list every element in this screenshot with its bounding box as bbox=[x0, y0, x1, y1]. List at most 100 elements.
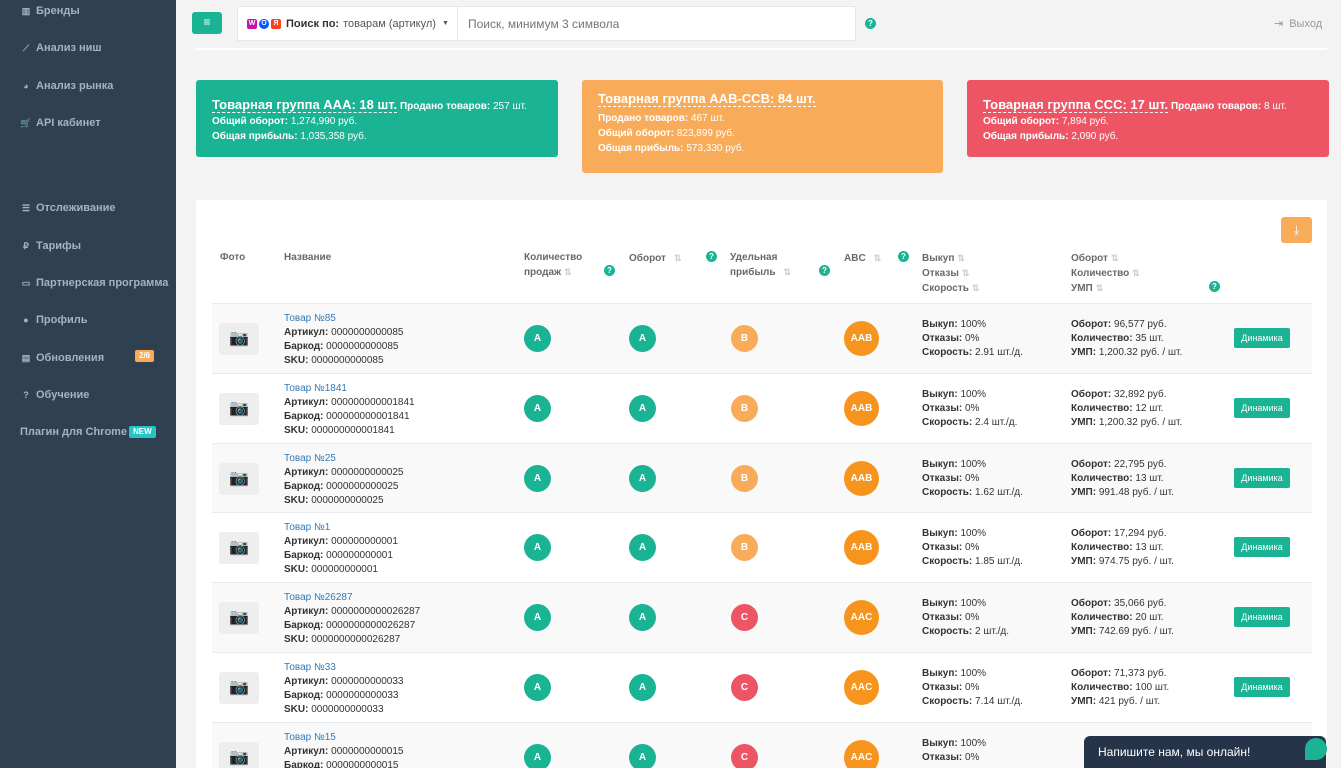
list-icon: ☰ bbox=[21, 202, 31, 213]
card-profit-value: 1,035,358 руб. bbox=[300, 131, 367, 142]
help-icon[interactable]: ? bbox=[706, 251, 717, 262]
table-row: 📷 Товар №85 Артикул: 0000000000085 Баркод: … bbox=[212, 303, 1312, 373]
sort-icon: ⇅ bbox=[783, 267, 792, 277]
header-totals-group[interactable]: Оборот ⇅ Количество ⇅ УМП ⇅ bbox=[1071, 251, 1140, 296]
card-sold-label: Продано товаров: bbox=[598, 113, 689, 124]
dynamics-button[interactable]: Динамика bbox=[1234, 537, 1290, 557]
group-card-aab-ccb: Товарная группа AAB-CCB: 84 шт. Продано … bbox=[582, 80, 943, 173]
dynamics-button[interactable]: Динамика bbox=[1234, 607, 1290, 627]
sort-icon: ⇅ bbox=[1132, 268, 1140, 278]
qty-class-badge: A bbox=[524, 465, 551, 492]
header-unit-profit[interactable]: Удельная прибыль ⇅ bbox=[730, 250, 791, 280]
sidebar-item-label: Обновления bbox=[36, 352, 105, 364]
barcode-value: 000000000001841 bbox=[326, 411, 410, 422]
product-link[interactable]: Товар №25 bbox=[284, 452, 403, 466]
download-icon: ⤓ bbox=[1293, 223, 1300, 237]
profit-class-badge: B bbox=[731, 534, 758, 561]
pie-chart-icon: ◕ bbox=[23, 81, 29, 91]
help-icon[interactable]: ? bbox=[819, 265, 830, 276]
dynamics-button[interactable]: Динамика bbox=[1234, 398, 1290, 418]
dynamics-button[interactable]: Динамика bbox=[1234, 328, 1290, 348]
chat-icon[interactable] bbox=[1305, 738, 1327, 760]
card-profit-value: 2,090 руб. bbox=[1071, 131, 1119, 142]
sku-value: 0000000000025 bbox=[311, 495, 384, 506]
search-help-icon[interactable]: ? bbox=[865, 18, 876, 29]
product-link[interactable]: Товар №15 bbox=[284, 731, 403, 745]
barcode-value: 0000000000085 bbox=[326, 341, 399, 352]
barcode-value: 0000000000033 bbox=[326, 690, 399, 701]
abc-badge: AAC bbox=[844, 740, 879, 768]
line-chart-icon: ⟋ bbox=[22, 42, 30, 53]
sidebar-item-profile[interactable]: ● Профиль bbox=[20, 314, 87, 326]
article-value: 0000000000085 bbox=[331, 327, 404, 338]
sidebar-item-learning[interactable]: ? Обучение bbox=[20, 389, 89, 401]
product-link[interactable]: Товар №1841 bbox=[284, 382, 415, 396]
card-icon: ▭ bbox=[21, 277, 31, 288]
sidebar-item-label: Отслеживание bbox=[36, 202, 116, 214]
profit-class-badge: C bbox=[731, 744, 758, 768]
sidebar-item-api[interactable]: 🛒 API кабинет bbox=[20, 117, 100, 129]
table-row: 📷 Товар №1 Артикул: 000000000001 Баркод: 00… bbox=[212, 512, 1312, 582]
buyout-stats: Выкуп: 100% Отказы: 0% Скорость: 2.91 шт./… bbox=[922, 319, 1023, 358]
cart-icon: 🛒 bbox=[20, 117, 32, 128]
help-icon[interactable]: ? bbox=[604, 265, 615, 276]
dynamics-button[interactable]: Динамика bbox=[1234, 468, 1290, 488]
sku-value: 000000000001841 bbox=[311, 425, 395, 436]
header-buyout-group[interactable]: Выкуп ⇅ Отказы ⇅ Скорость ⇅ bbox=[922, 251, 979, 296]
card-sold-value: 8 шт. bbox=[1263, 101, 1287, 112]
chat-label: Напишите нам, мы онлайн! bbox=[1098, 745, 1251, 759]
sidebar-item-niche-analysis[interactable]: ⟋ Анализ ниш bbox=[20, 42, 102, 54]
turnover-class-badge: A bbox=[629, 744, 656, 768]
card-title[interactable]: Товарная группа AAA: 18 шт. bbox=[212, 97, 398, 113]
logout-button[interactable]: ⇥ Выход bbox=[1274, 17, 1322, 30]
card-turnover-value: 7,894 руб. bbox=[1061, 116, 1109, 127]
caret-down-icon: ▼ bbox=[441, 20, 449, 27]
camera-icon: 📷 bbox=[219, 323, 259, 355]
header-abc[interactable]: ABC ⇅ bbox=[844, 251, 881, 266]
header-qty-sales[interactable]: Количество продаж ⇅ bbox=[524, 250, 582, 280]
article-value: 0000000000015 bbox=[331, 746, 404, 757]
dynamics-button[interactable]: Динамика bbox=[1234, 677, 1290, 697]
buyout-stats: Выкуп: 100% Отказы: 0% Скорость: 1.62 шт./… bbox=[922, 459, 1023, 498]
product-info: Товар №33 Артикул: 0000000000033 Баркод: 0… bbox=[284, 661, 404, 715]
search-input[interactable] bbox=[459, 7, 855, 40]
menu-toggle-button[interactable]: ≡ bbox=[192, 12, 222, 34]
ruble-icon: ₽ bbox=[23, 240, 29, 251]
chat-widget[interactable]: Напишите нам, мы онлайн! bbox=[1084, 736, 1326, 768]
product-link[interactable]: Товар №85 bbox=[284, 312, 403, 326]
qty-class-badge: A bbox=[524, 534, 551, 561]
product-info: Товар №85 Артикул: 0000000000085 Баркод: 0… bbox=[284, 312, 404, 366]
help-icon[interactable]: ? bbox=[1209, 281, 1220, 292]
abc-badge: AAB bbox=[844, 530, 879, 565]
product-link[interactable]: Товар №33 bbox=[284, 661, 403, 675]
camera-icon: 📷 bbox=[219, 742, 259, 768]
header-turnover[interactable]: Оборот ⇅ bbox=[629, 251, 681, 266]
sidebar-item-chrome-plugin[interactable]: Плагин для Chrome bbox=[20, 426, 127, 438]
sidebar-item-partner[interactable]: ▭ Партнерская программа bbox=[20, 277, 169, 289]
sidebar-item-tracking[interactable]: ☰ Отслеживание bbox=[20, 202, 116, 214]
product-link[interactable]: Товар №26287 bbox=[284, 591, 420, 605]
card-title[interactable]: Товарная группа CCC: 17 шт. bbox=[983, 97, 1169, 113]
sidebar-item-brands[interactable]: ▥ Бренды bbox=[20, 5, 80, 17]
card-turnover-value: 1,274,990 руб. bbox=[290, 116, 358, 127]
profit-class-badge: B bbox=[731, 395, 758, 422]
totals-stats: Оборот: 35,066 руб. Количество: 20 шт. УМП… bbox=[1071, 598, 1174, 637]
abc-badge: AAB bbox=[844, 321, 879, 356]
sidebar-item-tariffs[interactable]: ₽ Тарифы bbox=[20, 240, 81, 252]
card-title[interactable]: Товарная группа AAB-CCB: 84 шт. bbox=[598, 91, 816, 107]
product-link[interactable]: Товар №1 bbox=[284, 521, 398, 535]
help-icon[interactable]: ? bbox=[898, 251, 909, 262]
download-button[interactable]: ⤓ bbox=[1281, 217, 1312, 243]
search-by-select[interactable]: W O Я Поиск по: товарам (артикул) ▼ bbox=[238, 7, 458, 40]
turnover-class-badge: A bbox=[629, 325, 656, 352]
buyout-stats: Выкуп: 100% Отказы: 0% bbox=[922, 738, 987, 763]
camera-icon: 📷 bbox=[219, 602, 259, 634]
sidebar-item-updates[interactable]: ▤ Обновления bbox=[20, 352, 104, 364]
sidebar-item-label: Бренды bbox=[36, 5, 80, 17]
sort-icon: ⇅ bbox=[971, 283, 980, 293]
sidebar-item-label: Обучение bbox=[36, 389, 90, 401]
qty-class-badge: A bbox=[524, 744, 551, 768]
sort-icon: ⇅ bbox=[1095, 283, 1104, 293]
table-row: 📷 Товар №1841 Артикул: 000000000001841 Барк… bbox=[212, 373, 1312, 443]
sidebar-item-market-analysis[interactable]: ◕ Анализ рынка bbox=[20, 80, 113, 92]
